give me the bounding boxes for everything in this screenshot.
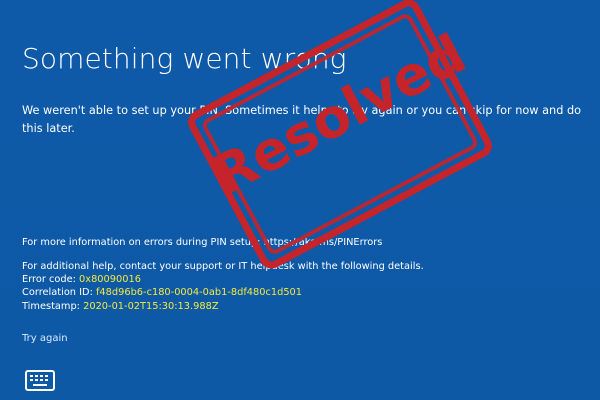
error-code-value: 0x80090016 (79, 274, 141, 286)
pin-error-screen: Something went wrong We weren't able to … (0, 0, 600, 400)
page-title: Something went wrong (22, 42, 347, 75)
support-instructions: For additional help, contact your suppor… (22, 261, 424, 272)
error-code-row: Error code: 0x80090016 (22, 273, 424, 286)
correlation-id-label: Correlation ID: (22, 287, 96, 299)
correlation-id-row: Correlation ID: f48d96b6-c180-0004-0ab1-… (22, 286, 424, 299)
error-message: We weren't able to set up your PIN. Some… (22, 104, 582, 135)
timestamp-label: Timestamp: (22, 300, 84, 312)
try-again-link[interactable]: Try again (22, 333, 68, 344)
keyboard-button[interactable] (25, 370, 55, 391)
correlation-id-value: f48d96b6-c180-0004-0ab1-8df480c1d501 (95, 287, 303, 299)
pin-error-help-line: For more information on errors during PI… (22, 237, 383, 248)
timestamp-value: 2020-01-02T15:30:13.988Z (83, 300, 219, 312)
error-code-label: Error code: (22, 274, 80, 286)
error-details: For additional help, contact your suppor… (22, 260, 424, 313)
keyboard-icon (25, 370, 55, 391)
timestamp-row: Timestamp: 2020-01-02T15:30:13.988Z (22, 300, 424, 313)
